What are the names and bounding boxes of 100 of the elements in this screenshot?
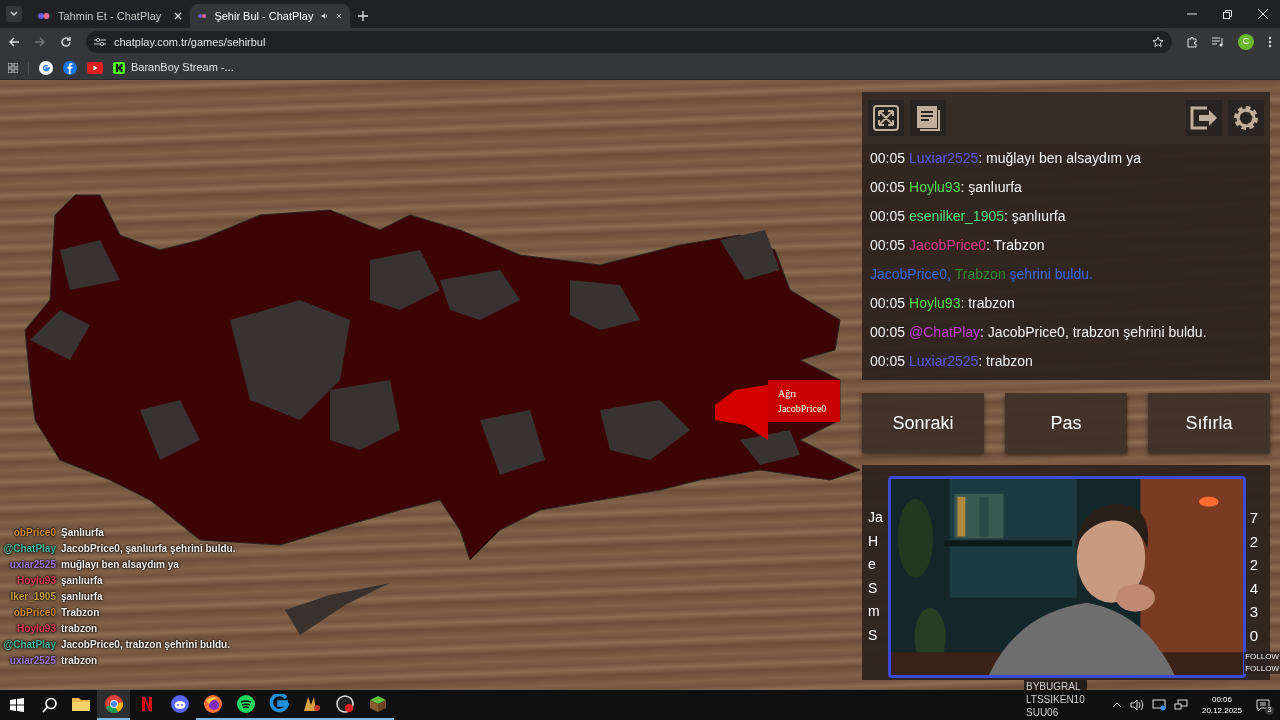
game-control-button[interactable]: Sıfırla bbox=[1148, 393, 1270, 453]
chat-message: Şanlıurfa bbox=[61, 526, 104, 540]
tab-title: Şehir Bul - ChatPlay bbox=[214, 8, 314, 24]
settings-button[interactable] bbox=[1228, 100, 1264, 136]
chat-username: lker_1905 bbox=[9, 590, 56, 604]
announcement-player: JacobPrice0, bbox=[870, 265, 952, 284]
chrome-icon bbox=[103, 694, 124, 714]
chat-username: obPrice0 bbox=[12, 606, 56, 620]
player-score: 0 bbox=[1249, 625, 1258, 646]
fullscreen-button[interactable] bbox=[868, 100, 904, 136]
game-control-button[interactable]: Sonraki bbox=[862, 393, 984, 453]
chat-username: Hoylu93 bbox=[16, 622, 56, 636]
chat-message: : trabzon bbox=[960, 294, 1015, 313]
exit-button[interactable] bbox=[1186, 100, 1222, 136]
follow-label: FOLLOW bbox=[1245, 652, 1279, 662]
youtube-icon[interactable] bbox=[87, 61, 103, 74]
restore-icon[interactable] bbox=[1223, 9, 1232, 19]
app-icon bbox=[268, 694, 289, 714]
chat-message: JacobPrice0, şanlıurfa şehrini buldu. bbox=[61, 542, 236, 556]
netflix-icon bbox=[140, 696, 153, 712]
discord-icon bbox=[169, 694, 190, 714]
player-score: 2 bbox=[1249, 555, 1258, 575]
facebook-icon[interactable] bbox=[63, 60, 77, 75]
chat-time: 00:05 bbox=[870, 178, 906, 197]
tooltip-city: Ağrı bbox=[778, 387, 798, 401]
extensions-icon[interactable] bbox=[1186, 36, 1198, 48]
site-logo-icon bbox=[38, 12, 50, 20]
notes-button[interactable] bbox=[910, 100, 946, 136]
tooltip-player: JacobPrice0 bbox=[778, 402, 828, 416]
monitor-icon[interactable] bbox=[1151, 699, 1166, 711]
clock-date: 20.12.2025 bbox=[1201, 705, 1242, 716]
apps-grid-icon[interactable] bbox=[8, 62, 18, 73]
game-control-button[interactable]: Pas bbox=[1005, 393, 1127, 453]
player-name: H bbox=[868, 531, 880, 551]
site-settings-icon[interactable] bbox=[94, 37, 106, 47]
browser-tab[interactable]: Tahmin Et - ChatPlay bbox=[30, 4, 190, 28]
chat-message: : trabzon bbox=[978, 352, 1033, 371]
spotify-icon bbox=[235, 694, 256, 714]
chat-message: şanlıurfa bbox=[61, 574, 103, 588]
address-field[interactable]: chatplay.com.tr/games/sehirbul bbox=[86, 31, 1172, 53]
notifications-icon[interactable] bbox=[1256, 699, 1270, 711]
bookmark-item[interactable]: BaranBoy Stream -... bbox=[113, 59, 234, 76]
chat-message: şanlıurfa bbox=[61, 590, 103, 604]
chat-time: 00:05 bbox=[870, 207, 906, 226]
site-logo-icon bbox=[198, 12, 207, 20]
taskbar-app-button[interactable] bbox=[97, 690, 130, 720]
close-icon[interactable] bbox=[1258, 9, 1268, 19]
announcement-text: şehrini buldu. bbox=[1008, 265, 1093, 284]
star-icon[interactable] bbox=[1152, 36, 1164, 48]
chevron-up-icon[interactable] bbox=[1111, 702, 1122, 708]
menu-icon[interactable] bbox=[1268, 36, 1272, 48]
chat-message: : şanlıurfa bbox=[960, 178, 1022, 197]
settings-icon bbox=[1232, 104, 1260, 132]
viewer-name: LTSSIKEN10 bbox=[1026, 693, 1085, 706]
player-score: 2 bbox=[1249, 531, 1258, 552]
chat-message: : şanlıurfa bbox=[1004, 207, 1066, 226]
player-score: 7 bbox=[1249, 508, 1258, 528]
chat-time: 00:05 bbox=[870, 236, 906, 255]
google-icon[interactable] bbox=[39, 60, 53, 75]
chat-message: trabzon bbox=[61, 622, 98, 636]
document-icon bbox=[914, 104, 942, 132]
search-icon[interactable] bbox=[42, 697, 58, 713]
forward-icon[interactable] bbox=[34, 36, 46, 48]
player-score: 3 bbox=[1249, 602, 1258, 622]
speaker-icon[interactable] bbox=[321, 11, 329, 21]
announcement-city: Trabzon bbox=[954, 265, 1006, 284]
media-icon[interactable] bbox=[1212, 37, 1224, 47]
tab-list-button[interactable] bbox=[6, 6, 22, 22]
fullscreen-icon bbox=[872, 104, 900, 132]
chat-username: Hoylu93 bbox=[16, 574, 56, 588]
back-icon[interactable] bbox=[8, 36, 20, 48]
grass-block-icon bbox=[367, 694, 388, 714]
chat-message: Trabzon bbox=[61, 606, 100, 620]
new-tab-icon[interactable] bbox=[358, 11, 368, 21]
tab-title: Tahmin Et - ChatPlay bbox=[58, 8, 163, 24]
clock-time: 00:06 bbox=[1211, 694, 1232, 705]
volume-icon[interactable] bbox=[1129, 699, 1144, 711]
player-name: S bbox=[868, 625, 879, 645]
player-name: m bbox=[868, 602, 881, 621]
url-text: chatplay.com.tr/games/sehirbul bbox=[114, 34, 267, 50]
chat-username: esenilker_1905 bbox=[909, 207, 1004, 226]
kick-icon bbox=[113, 61, 125, 74]
chat-message: : JacobPrice0, trabzon şehrini buldu. bbox=[980, 323, 1207, 342]
player-name: e bbox=[868, 555, 877, 574]
browser-tab[interactable]: Şehir Bul - ChatPlay bbox=[190, 4, 350, 28]
player-name: Ja bbox=[868, 508, 883, 527]
chat-message: : Trabzon bbox=[986, 236, 1045, 255]
close-icon[interactable] bbox=[336, 12, 342, 20]
chat-time: 00:05 bbox=[870, 323, 906, 342]
chat-username: @ChatPlay bbox=[2, 542, 56, 556]
player-name: S bbox=[868, 578, 879, 598]
close-icon[interactable] bbox=[174, 12, 182, 20]
viewer-name: BYBUGRAL bbox=[1026, 680, 1082, 693]
chat-time: 00:05 bbox=[870, 294, 906, 313]
folder-icon bbox=[70, 696, 91, 712]
windows-start-icon[interactable] bbox=[10, 698, 24, 712]
network-icon[interactable] bbox=[1173, 699, 1188, 711]
reload-icon[interactable] bbox=[60, 36, 72, 48]
chat-username: uxiar2525 bbox=[8, 654, 56, 668]
chevron-down-icon bbox=[10, 11, 18, 17]
